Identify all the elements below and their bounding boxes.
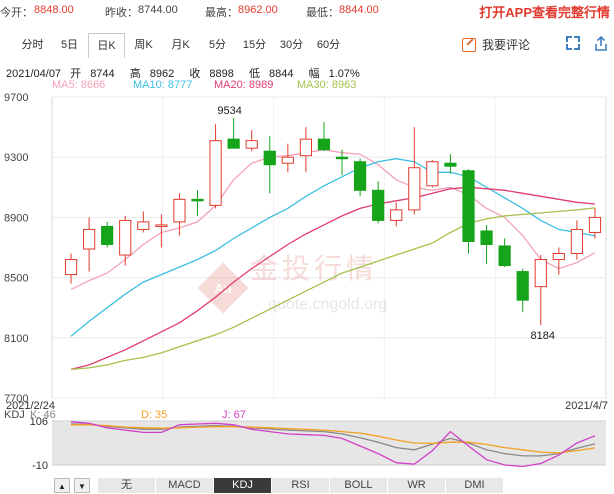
ma-line-ma20	[70, 186, 596, 371]
indicator-tab-macd[interactable]: MACD	[156, 478, 214, 493]
candle-body	[101, 225, 114, 245]
candle-body	[191, 198, 204, 202]
open-value: 8848.00	[34, 4, 74, 16]
comment-button[interactable]: 我要评论	[462, 35, 530, 55]
kdj-line-d	[71, 424, 596, 454]
candle-body	[209, 140, 222, 206]
j-legend: J: 67	[222, 409, 246, 421]
y-tick-label: 7700	[4, 393, 28, 405]
y-tick-label: 8500	[4, 273, 28, 285]
candle-body	[390, 209, 403, 221]
tab-0[interactable]: 分时	[14, 33, 51, 57]
candle-body	[372, 189, 385, 221]
watermark-text: 金投行情	[250, 253, 378, 284]
prev-close-value: 8744.00	[138, 4, 178, 16]
kdj-y-tick-label: -10	[32, 460, 48, 472]
candle-body	[335, 156, 349, 160]
ma10-legend: MA10: 8777	[133, 79, 193, 91]
watermark: Au 金投行情 quote.cngold.org	[197, 253, 387, 314]
tab-6[interactable]: 15分	[236, 33, 273, 57]
candle-body	[317, 138, 331, 151]
tab-8[interactable]: 60分	[310, 33, 347, 57]
watermark-logo	[197, 262, 249, 314]
open-app-link[interactable]: 打开APP查看完整行情	[479, 2, 610, 21]
y-tick-label: 8900	[4, 212, 28, 224]
high-value: 8962.00	[238, 4, 278, 16]
tab-1[interactable]: 5日	[51, 33, 88, 57]
tab-5[interactable]: 5分	[199, 33, 236, 57]
watermark-url: quote.cngold.org	[268, 296, 387, 313]
tab-2[interactable]: 日K	[88, 33, 125, 58]
kdj-line-k	[70, 423, 596, 457]
indicator-tab-rsi[interactable]: RSI	[272, 478, 330, 493]
candle-body	[299, 138, 313, 157]
tab-4[interactable]: 月K	[162, 33, 199, 57]
candle-body	[426, 161, 439, 187]
x-end-label: 2021/4/7	[565, 400, 608, 412]
y-tick-label: 8100	[4, 333, 28, 345]
candle-body	[82, 228, 96, 250]
prev-close-label: 昨收：	[105, 7, 138, 19]
indicator-tab-无[interactable]: 无	[98, 478, 156, 493]
candle-body	[227, 138, 240, 149]
indicator-tab-dmi[interactable]: DMI	[446, 478, 504, 493]
k-legend: K: 46	[30, 409, 56, 421]
watermark-logo-text: Au	[214, 281, 231, 296]
candle-body	[408, 167, 421, 211]
export-icon[interactable]	[594, 36, 608, 52]
candle-body	[588, 216, 602, 233]
tab-3[interactable]: 周K	[125, 33, 162, 57]
kdj-line-j	[70, 421, 596, 468]
edit-icon	[462, 38, 476, 52]
candle-body	[137, 221, 150, 230]
candle-body	[119, 219, 132, 256]
ma20-legend: MA20: 8989	[214, 79, 274, 91]
candle-body	[570, 228, 584, 255]
period-tabs: 分时 5日 日K 周K 月K 5分 15分 30分 60分	[14, 33, 347, 58]
low-label: 最低：	[306, 7, 339, 19]
indicator-tab-boll[interactable]: BOLL	[330, 478, 388, 493]
candle-body	[534, 259, 547, 288]
main-plot-frame	[51, 96, 607, 399]
indicator-tab-bar: ▲ ▼ 无 MACD KDJ RSI BOLL WR DMI	[0, 478, 614, 493]
low-value: 8844.00	[339, 4, 379, 16]
tab-7[interactable]: 30分	[273, 33, 310, 57]
indicator-tab-kdj[interactable]: KDJ	[214, 478, 272, 493]
candle-body	[444, 162, 457, 167]
ma30-legend: MA30: 8963	[297, 79, 357, 91]
candle-body	[462, 170, 475, 242]
kdj-plot-bg	[52, 421, 606, 465]
candle-body	[155, 224, 168, 227]
ma-line-ma5	[70, 149, 596, 291]
open-label: 今开：	[0, 7, 33, 19]
period-tab-bar: 分时 5日 日K 周K 月K 5分 15分 30分 60分 我要评论	[14, 33, 608, 58]
candle-body	[516, 271, 529, 301]
candle-body	[353, 161, 367, 191]
min-price-label: 8184	[531, 330, 555, 342]
ma-line-ma30	[70, 207, 596, 371]
candle-body	[480, 230, 493, 245]
high-label: 最高：	[205, 7, 238, 19]
candle-body	[245, 140, 258, 149]
ma5-legend: MA5: 8666	[52, 79, 106, 91]
y-tick-label: 9700	[4, 92, 28, 104]
candle-body	[498, 245, 511, 267]
scroll-down-button[interactable]: ▼	[74, 478, 90, 493]
ma-line-ma10	[70, 158, 596, 337]
comment-button-label: 我要评论	[482, 38, 531, 52]
scroll-up-button[interactable]: ▲	[54, 478, 70, 493]
y-tick-label: 9300	[4, 152, 28, 164]
candle-body	[64, 259, 78, 276]
max-price-label: 9534	[217, 105, 241, 117]
candle-body	[173, 198, 186, 223]
candle-body	[552, 253, 565, 261]
candle-body	[281, 156, 294, 164]
indicator-tab-wr[interactable]: WR	[388, 478, 446, 493]
d-legend: D: 35	[141, 409, 168, 421]
fullscreen-icon[interactable]	[566, 36, 580, 50]
kdj-label: KDJ	[4, 409, 25, 421]
candle-body	[263, 150, 276, 166]
